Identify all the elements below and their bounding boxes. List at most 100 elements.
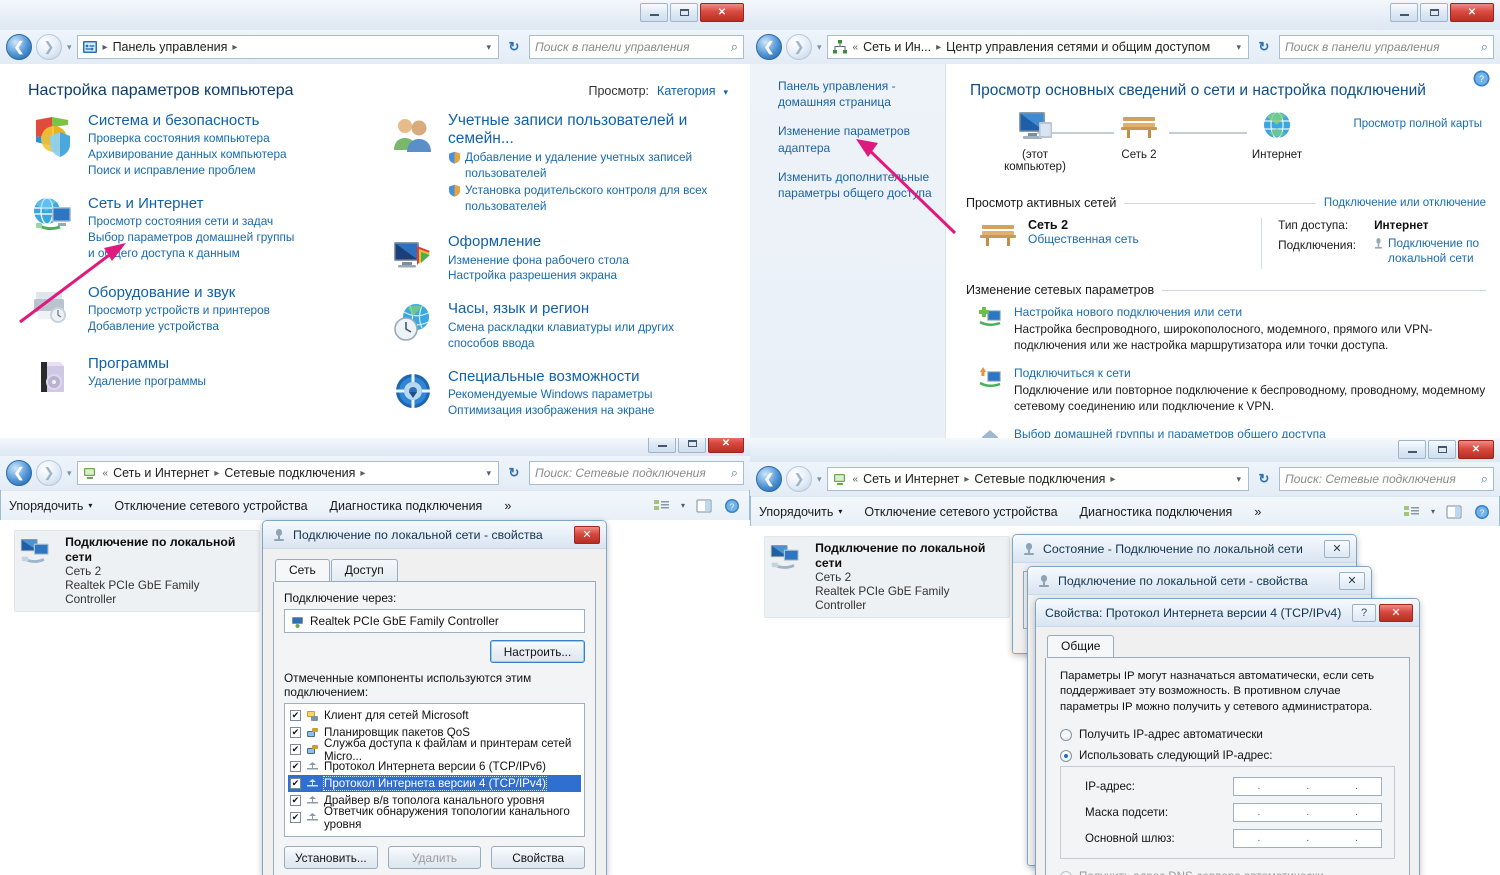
- checkbox[interactable]: ✔: [290, 778, 301, 789]
- connection-link-row[interactable]: Подключение по локальной сети: [1374, 236, 1486, 265]
- history-dropdown-icon[interactable]: ▾: [817, 42, 822, 53]
- forward-button[interactable]: ❯: [786, 466, 812, 492]
- list-item-component[interactable]: ✔ Клиент для сетей Microsoft: [288, 707, 581, 724]
- category-link[interactable]: Выбор параметров домашней группы и общег…: [88, 230, 303, 262]
- radio-button[interactable]: [1060, 871, 1072, 875]
- radio-button[interactable]: [1060, 750, 1072, 762]
- connect-disconnect-link[interactable]: Подключение или отключение: [1324, 197, 1486, 209]
- forward-button[interactable]: ❯: [36, 460, 62, 486]
- toolbar-disable-device[interactable]: Отключение сетевого устройства: [114, 499, 307, 513]
- help-icon[interactable]: ?: [1473, 70, 1490, 87]
- list-item-component-selected[interactable]: ✔ Протокол Интернета версии 4 (TCP/IPv4): [288, 775, 581, 792]
- maximize-button[interactable]: [678, 438, 706, 453]
- refresh-button[interactable]: ↻: [1253, 35, 1275, 59]
- category-link[interactable]: Просмотр состояния сети и задач: [88, 214, 303, 230]
- configure-button[interactable]: Настроить...: [490, 640, 585, 663]
- category-title[interactable]: Оформление: [448, 233, 629, 250]
- minimize-button[interactable]: [1398, 440, 1426, 459]
- category-link[interactable]: Поиск и исправление проблем: [88, 163, 287, 179]
- view-layout-icon[interactable]: [1403, 504, 1421, 520]
- address-bar-row[interactable]: ❮ ❯ ▾ ▸ Панель управления ▸ ▾ ↻ Поиск в …: [0, 30, 750, 64]
- tab-general[interactable]: Общие: [1047, 635, 1114, 657]
- close-button[interactable]: ✕: [1450, 3, 1494, 22]
- minimize-button[interactable]: [1390, 3, 1418, 22]
- toolbar-right-group[interactable]: ▾ ?: [1403, 504, 1491, 520]
- ip-address-input[interactable]: ...: [1233, 777, 1382, 796]
- list-item-component[interactable]: ✔ Протокол Интернета версии 6 (TCP/IPv6): [288, 758, 581, 775]
- list-item-component[interactable]: ✔ Ответчик обнаружения топологии канальн…: [288, 809, 581, 826]
- category-ease-of-access[interactable]: Специальные возможности Рекомендуемые Wi…: [390, 368, 750, 419]
- breadcrumb-item[interactable]: Сеть и Интернет: [113, 466, 209, 480]
- toolbar-organize[interactable]: Упорядочить▾: [759, 505, 842, 519]
- radio-row-auto-dns[interactable]: Получить адрес DNS-сервера автоматически: [1060, 870, 1395, 875]
- toolbar-overflow[interactable]: »: [504, 499, 511, 513]
- minimize-button[interactable]: [640, 3, 668, 22]
- toolbar[interactable]: Упорядочить▾ Отключение сетевого устройс…: [1, 490, 749, 520]
- category-network-internet[interactable]: Сеть и Интернет Просмотр состояния сети …: [30, 195, 370, 262]
- map-node-network[interactable]: Сеть 2: [1104, 110, 1174, 161]
- category-title[interactable]: Часы, язык и регион: [448, 300, 678, 317]
- category-link[interactable]: Удаление программы: [88, 374, 206, 390]
- close-button[interactable]: ✕: [708, 438, 744, 453]
- back-button[interactable]: ❮: [756, 466, 782, 492]
- breadcrumb-item[interactable]: Центр управления сетями и общим доступом: [946, 40, 1210, 54]
- radio-row-manual-ip[interactable]: Использовать следующий IP-адрес:: [1060, 749, 1395, 762]
- maximize-button[interactable]: [670, 3, 698, 22]
- maximize-button[interactable]: [1428, 440, 1456, 459]
- window-buttons[interactable]: ✕: [1390, 3, 1494, 22]
- list-item-component[interactable]: ✔ Служба доступа к файлам и принтерам се…: [288, 741, 581, 758]
- toolbar-diagnose[interactable]: Диагностика подключения: [1080, 505, 1233, 519]
- category-title[interactable]: Программы: [88, 355, 206, 372]
- category-user-accounts[interactable]: Учетные записи пользователей и семейн...…: [390, 112, 750, 215]
- chevron-down-icon[interactable]: ▾: [723, 87, 728, 98]
- category-title[interactable]: Сеть и Интернет: [88, 195, 303, 212]
- maximize-button[interactable]: [1420, 3, 1448, 22]
- install-button[interactable]: Установить...: [284, 846, 378, 869]
- category-link[interactable]: Добавление устройства: [88, 319, 270, 335]
- checkbox[interactable]: ✔: [290, 727, 301, 738]
- category-link[interactable]: Добавление и удаление учетных записей по…: [465, 150, 748, 182]
- close-button[interactable]: ✕: [1339, 572, 1365, 590]
- address-dropdown-icon[interactable]: ▾: [1236, 474, 1244, 485]
- setting-title[interactable]: Подключиться к сети: [1014, 366, 1486, 380]
- toolbar-overflow[interactable]: »: [1254, 505, 1261, 519]
- checkbox[interactable]: ✔: [290, 812, 301, 823]
- address-bar-row[interactable]: ❮ ❯ ▾ « Сеть и Интернет ▸ Сетевые подклю…: [0, 456, 750, 490]
- category-link[interactable]: Архивирование данных компьютера: [88, 147, 287, 163]
- checkbox[interactable]: ✔: [290, 710, 301, 721]
- address-input[interactable]: « Сеть и Интернет ▸ Сетевые подключения …: [827, 467, 1249, 491]
- setting-connect-to-network[interactable]: Подключиться к сети Подключение или повт…: [978, 366, 1486, 415]
- active-network-type[interactable]: Общественная сеть: [1028, 232, 1139, 246]
- close-button[interactable]: ✕: [700, 3, 744, 22]
- connection-link[interactable]: Подключение по локальной сети: [1388, 236, 1486, 265]
- category-link-row[interactable]: Установка родительского контроля для все…: [448, 183, 748, 215]
- tabstrip[interactable]: Сеть Доступ: [275, 559, 596, 582]
- chevron-down-icon[interactable]: ▾: [1431, 507, 1435, 516]
- forward-button[interactable]: ❯: [36, 34, 62, 60]
- window-buttons[interactable]: ✕: [648, 438, 744, 453]
- category-title[interactable]: Специальные возможности: [448, 368, 655, 385]
- address-input[interactable]: « Сеть и Ин... ▸ Центр управления сетями…: [827, 35, 1249, 59]
- view-value[interactable]: Категория: [657, 84, 715, 98]
- checkbox[interactable]: ✔: [290, 795, 301, 806]
- toolbar[interactable]: Упорядочить▾ Отключение сетевого устройс…: [751, 496, 1499, 526]
- category-appearance[interactable]: Оформление Изменение фона рабочего стола…: [390, 233, 750, 284]
- map-node-internet[interactable]: Интернет: [1242, 110, 1312, 161]
- back-button[interactable]: ❮: [756, 34, 782, 60]
- window-network-sharing-center[interactable]: ✕ ❮ ❯ ▾ « Сеть и Ин... ▸ Центр управлени…: [750, 0, 1500, 440]
- search-input[interactable]: Поиск: Сетевые подключения ⌕: [529, 461, 744, 485]
- forward-button[interactable]: ❯: [786, 34, 812, 60]
- category-link-row[interactable]: Добавление и удаление учетных записей по…: [448, 150, 748, 182]
- window-buttons[interactable]: ✕: [1398, 440, 1494, 459]
- view-selector[interactable]: Просмотр: Категория ▾: [588, 84, 728, 98]
- checkbox[interactable]: ✔: [290, 744, 301, 755]
- preview-pane-icon[interactable]: [695, 498, 713, 514]
- search-input[interactable]: Поиск в панели управления ⌕: [529, 35, 744, 59]
- category-link[interactable]: Рекомендуемые Windows параметры: [448, 387, 655, 403]
- help-button[interactable]: ?: [1352, 604, 1376, 622]
- category-clock-language[interactable]: Часы, язык и регион Смена раскладки клав…: [390, 300, 750, 351]
- history-dropdown-icon[interactable]: ▾: [817, 474, 822, 485]
- list-item-lan-connection[interactable]: Подключение по локальной сети Сеть 2 Rea…: [14, 530, 260, 612]
- dialog-lan-properties[interactable]: Подключение по локальной сети - свойства…: [262, 520, 607, 875]
- close-button[interactable]: ✕: [1379, 604, 1413, 622]
